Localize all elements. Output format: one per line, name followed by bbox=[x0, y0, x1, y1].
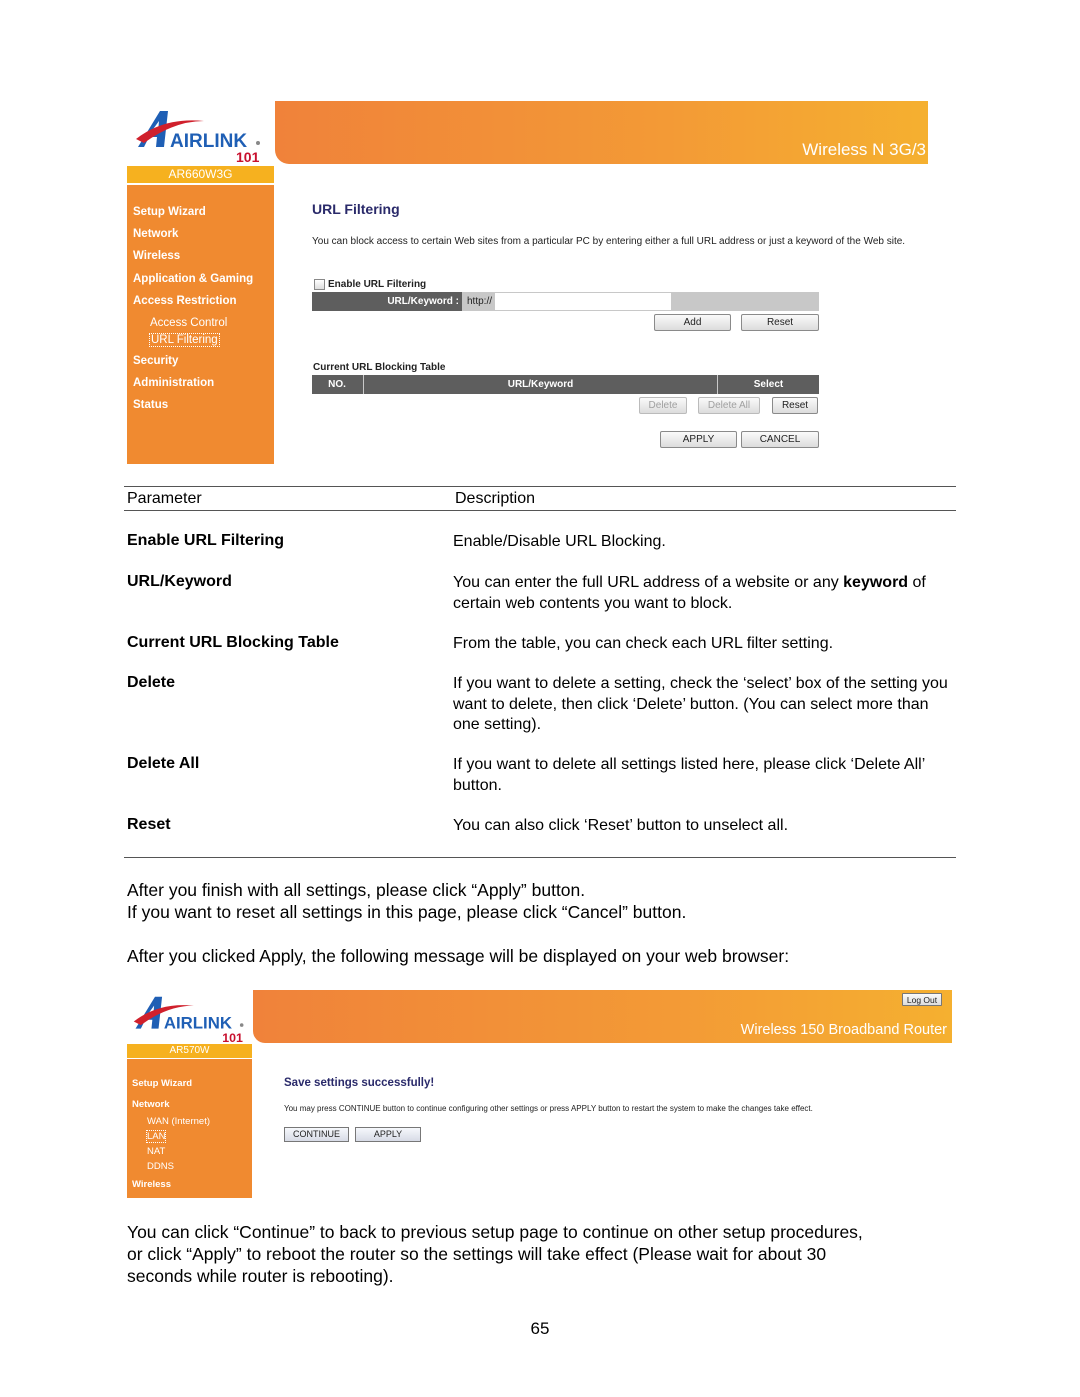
sidebar-item-access-control[interactable]: Access Control bbox=[150, 317, 227, 329]
page-number: 65 bbox=[530, 1319, 550, 1338]
header-parameter: Parameter bbox=[127, 490, 202, 507]
reset-button[interactable]: Reset bbox=[741, 314, 819, 331]
sidebar-item-nat[interactable]: NAT bbox=[147, 1146, 165, 1157]
apply-button[interactable]: APPLY bbox=[355, 1127, 421, 1142]
apply-note: After you finish with all settings, plea… bbox=[127, 880, 586, 900]
sidebar-item-lan[interactable]: LAN bbox=[145, 1130, 167, 1143]
enable-url-filtering-checkbox[interactable] bbox=[314, 279, 325, 290]
table-top-rule bbox=[124, 486, 956, 487]
url-keyword-label: URL/Keyword : bbox=[312, 292, 462, 311]
delete-all-button[interactable]: Delete All bbox=[698, 397, 760, 414]
param-name: Current URL Blocking Table bbox=[127, 634, 339, 651]
param-description: Enable/Disable URL Blocking. bbox=[453, 533, 666, 550]
desc-text: You can enter the full URL address of a … bbox=[453, 574, 844, 591]
model-name: AR660W3G bbox=[127, 166, 274, 183]
sidebar-item-ddns[interactable]: DDNS bbox=[147, 1161, 174, 1172]
sidebar-item-network[interactable]: Network bbox=[132, 1099, 169, 1110]
column-header-url-keyword: URL/Keyword bbox=[507, 379, 574, 390]
logo-sub: 101 bbox=[236, 149, 260, 163]
sidebar-item-url-filtering[interactable]: URL Filtering bbox=[149, 333, 220, 347]
after-apply-note: After you clicked Apply, the following m… bbox=[127, 946, 790, 966]
header-banner: Wireless N 3G/3 bbox=[275, 101, 928, 164]
param-name: Enable URL Filtering bbox=[127, 532, 285, 549]
continue-note-line-2: or click “Apply” to reboot the router so… bbox=[127, 1244, 827, 1264]
router-screenshot-save-success: AIRLINK 101 AR570W Setup Wizard Network … bbox=[126, 990, 952, 1198]
continue-note-line-3: seconds while router is rebooting). bbox=[127, 1266, 394, 1286]
save-success-description: You may press CONTINUE button to continu… bbox=[284, 1104, 813, 1113]
param-name: Delete All bbox=[127, 755, 200, 772]
airlink-logo-icon: AIRLINK 101 bbox=[136, 111, 260, 163]
enable-url-filtering-label: Enable URL Filtering bbox=[328, 279, 427, 290]
router-screenshot-url-filtering: AIRLINK 101 AR660W3G Setup Wizard Networ… bbox=[126, 101, 928, 464]
delete-button[interactable]: Delete bbox=[639, 397, 687, 414]
page-description: You can block access to certain Web site… bbox=[312, 236, 906, 247]
sidebar-item-status[interactable]: Status bbox=[133, 399, 168, 411]
sidebar-item-setup-wizard[interactable]: Setup Wizard bbox=[132, 1078, 192, 1089]
continue-note-line-1: You can click “Continue” to back to prev… bbox=[127, 1222, 863, 1242]
airlink-logo-icon: AIRLINK 101 bbox=[133, 996, 244, 1043]
sidebar-item-access-restriction[interactable]: Access Restriction bbox=[133, 295, 237, 307]
sidebar-item-administration[interactable]: Administration bbox=[133, 377, 214, 389]
banner-title: Wireless 150 Broadband Router bbox=[740, 1022, 947, 1038]
url-keyword-input[interactable] bbox=[495, 293, 671, 310]
airlink-logo: AIRLINK 101 bbox=[126, 990, 252, 1043]
sidebar: Setup Wizard Network WAN (Internet) LAN … bbox=[127, 1059, 252, 1198]
model-name: AR570W bbox=[127, 1044, 252, 1058]
column-header-no: NO. bbox=[328, 379, 346, 390]
sidebar: Setup Wizard Network Wireless Applicatio… bbox=[127, 185, 274, 464]
logo-sub: 101 bbox=[222, 1031, 243, 1043]
sidebar-item-network[interactable]: Network bbox=[133, 228, 178, 240]
param-name: URL/Keyword bbox=[127, 573, 232, 590]
sidebar-item-setup-wizard[interactable]: Setup Wizard bbox=[133, 206, 206, 218]
continue-button[interactable]: CONTINUE bbox=[284, 1127, 349, 1142]
save-success-title: Save settings successfully! bbox=[284, 1077, 435, 1089]
sidebar-item-wireless[interactable]: Wireless bbox=[133, 250, 180, 262]
banner-title: Wireless N 3G/3 bbox=[802, 140, 926, 159]
param-name: Reset bbox=[127, 816, 171, 833]
sidebar-item-wireless[interactable]: Wireless bbox=[132, 1179, 171, 1190]
table-reset-button[interactable]: Reset bbox=[772, 397, 818, 414]
header-banner: Log Out Wireless 150 Broadband Router bbox=[253, 990, 952, 1043]
sidebar-item-security[interactable]: Security bbox=[133, 355, 178, 367]
page-title: URL Filtering bbox=[312, 201, 400, 217]
param-description: From the table, you can check each URL f… bbox=[453, 635, 834, 652]
table-header-rule bbox=[124, 510, 956, 511]
url-prefix: http:// bbox=[467, 296, 493, 307]
table-bottom-rule bbox=[124, 857, 956, 858]
enable-url-filtering-row: Enable URL Filtering bbox=[314, 279, 426, 290]
blocking-table-title: Current URL Blocking Table bbox=[313, 362, 446, 373]
apply-button[interactable]: APPLY bbox=[660, 431, 737, 448]
desc-bold-keyword: keyword bbox=[843, 574, 909, 591]
param-description: If you want to delete all settings liste… bbox=[453, 756, 925, 794]
header-description: Description bbox=[455, 490, 536, 507]
logo-text: AIRLINK bbox=[164, 1014, 232, 1033]
column-header-select: Select bbox=[753, 379, 784, 390]
sidebar-item-application-gaming[interactable]: Application & Gaming bbox=[133, 273, 253, 285]
airlink-logo: AIRLINK 101 bbox=[126, 101, 274, 165]
param-description: If you want to delete a setting, check t… bbox=[453, 675, 948, 733]
param-name: Delete bbox=[127, 674, 176, 691]
cancel-note: If you want to reset all settings in thi… bbox=[127, 902, 687, 922]
url-keyword-row: URL/Keyword : http:// bbox=[312, 292, 819, 311]
param-description: You can enter the full URL address of a … bbox=[453, 573, 953, 614]
cancel-button[interactable]: CANCEL bbox=[741, 431, 819, 448]
blocking-table-header: NO. URL/Keyword Select bbox=[312, 375, 819, 394]
add-button[interactable]: Add bbox=[654, 314, 731, 331]
param-description: You can also click ‘Reset’ button to uns… bbox=[453, 817, 789, 834]
logout-button[interactable]: Log Out bbox=[902, 993, 942, 1006]
sidebar-item-wan[interactable]: WAN (Internet) bbox=[147, 1116, 210, 1127]
